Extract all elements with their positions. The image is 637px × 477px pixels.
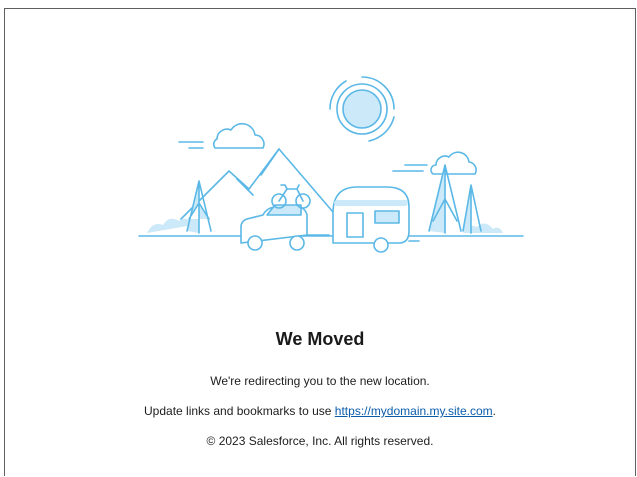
copyright-text: © 2023 Salesforce, Inc. All rights reser…	[206, 434, 434, 448]
update-message-suffix: .	[492, 404, 496, 418]
camping-road-trip-illustration	[138, 76, 524, 253]
page-frame: We Moved We're redirecting you to the ne…	[4, 8, 636, 476]
update-message: Update links and bookmarks to use https:…	[5, 404, 635, 418]
cloud-icon	[178, 122, 265, 149]
cloud-icon	[392, 151, 477, 175]
car-icon	[240, 204, 330, 251]
sun-icon	[329, 76, 395, 142]
camper-trailer-icon	[332, 186, 420, 253]
redirect-message: We're redirecting you to the new locatio…	[210, 374, 430, 388]
new-location-link[interactable]: https://mydomain.my.site.com	[335, 404, 493, 418]
update-message-text: Update links and bookmarks to use	[144, 404, 335, 418]
page-title: We Moved	[275, 329, 365, 349]
